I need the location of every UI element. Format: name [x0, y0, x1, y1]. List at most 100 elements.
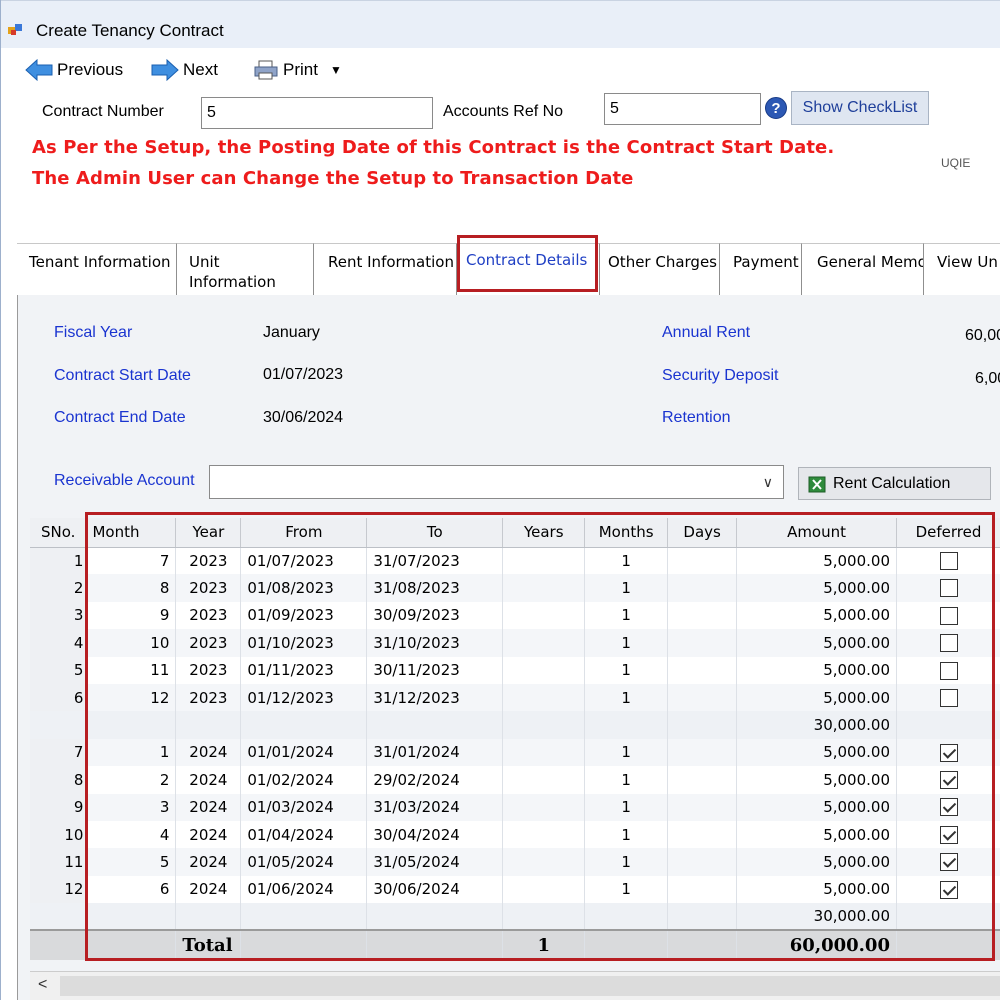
days-cell[interactable]: [667, 629, 738, 657]
to-cell[interactable]: 31/08/2023: [366, 574, 504, 602]
receivable-account-combo[interactable]: ∨: [209, 465, 784, 499]
table-row[interactable]: 12 6 2024 01/06/2024 30/06/2024 1 5,000.00: [30, 875, 1000, 904]
amount-cell[interactable]: 5,000.00: [736, 875, 897, 904]
sno-cell[interactable]: 11: [30, 848, 88, 876]
col-years[interactable]: Years: [502, 518, 586, 548]
year-cell[interactable]: 2023: [175, 574, 242, 602]
horizontal-scrollbar[interactable]: <: [30, 971, 1000, 1000]
combo-arrow-icon[interactable]: ∨: [763, 474, 773, 491]
months-cell[interactable]: 1: [584, 766, 669, 794]
sno-cell[interactable]: 6: [30, 683, 88, 712]
deferred-checkbox-icon[interactable]: [939, 579, 958, 598]
amount-cell[interactable]: 5,000.00: [736, 656, 897, 684]
year-cell[interactable]: 2023: [175, 601, 242, 630]
amount-cell[interactable]: 5,000.00: [736, 848, 897, 876]
from-cell[interactable]: 01/12/2023: [240, 683, 368, 712]
from-cell[interactable]: 01/06/2024: [240, 875, 368, 904]
month-cell[interactable]: 11: [86, 656, 177, 684]
deferred-cell[interactable]: [896, 629, 1000, 657]
years-cell[interactable]: [502, 820, 586, 849]
deferred-checkbox-icon[interactable]: [939, 634, 958, 653]
table-row[interactable]: 3 9 2023 01/09/2023 30/09/2023 1 5,000.00: [30, 601, 1000, 630]
deferred-cell[interactable]: [896, 547, 1000, 575]
deferred-checkbox-icon[interactable]: [939, 825, 958, 844]
deferred-checkbox-icon[interactable]: [939, 771, 958, 790]
month-cell[interactable]: [86, 711, 177, 739]
from-cell[interactable]: 01/07/2023: [240, 547, 368, 575]
to-cell[interactable]: [366, 903, 504, 931]
deferred-cell[interactable]: [896, 820, 1000, 849]
amount-cell[interactable]: 5,000.00: [736, 766, 897, 794]
col-from[interactable]: From: [240, 518, 368, 548]
sno-cell[interactable]: 2: [30, 574, 88, 602]
tab-payment[interactable]: Payment: [720, 243, 802, 295]
years-cell[interactable]: [502, 738, 586, 767]
from-cell[interactable]: [240, 903, 368, 931]
tab-rent-information[interactable]: Rent Information: [314, 243, 457, 295]
months-cell[interactable]: 1: [584, 793, 669, 821]
month-cell[interactable]: 10: [86, 629, 177, 657]
scroll-left-icon[interactable]: <: [38, 976, 47, 994]
print-button[interactable]: Print ▼: [253, 58, 342, 82]
years-cell[interactable]: [502, 848, 586, 876]
year-cell[interactable]: 2023: [175, 656, 242, 684]
amount-cell[interactable]: 5,000.00: [736, 820, 897, 849]
month-cell[interactable]: 1: [86, 738, 177, 767]
col-year[interactable]: Year: [175, 518, 242, 548]
to-cell[interactable]: 30/11/2023: [366, 656, 504, 684]
year-cell[interactable]: 2024: [175, 793, 242, 821]
table-row[interactable]: 11 5 2024 01/05/2024 31/05/2024 1 5,000.00: [30, 848, 1000, 876]
year-cell[interactable]: [175, 903, 242, 931]
to-cell[interactable]: 31/10/2023: [366, 629, 504, 657]
sno-cell[interactable]: 10: [30, 820, 88, 849]
from-cell[interactable]: 01/02/2024: [240, 766, 368, 794]
years-cell[interactable]: [502, 711, 586, 739]
to-cell[interactable]: 30/04/2024: [366, 820, 504, 849]
from-cell[interactable]: 01/11/2023: [240, 656, 368, 684]
deferred-cell[interactable]: [896, 574, 1000, 602]
year-cell[interactable]: 2024: [175, 738, 242, 767]
col-amount[interactable]: Amount: [736, 518, 897, 548]
show-checklist-button[interactable]: Show CheckList: [791, 91, 929, 125]
sno-cell[interactable]: 7: [30, 738, 88, 767]
days-cell[interactable]: [667, 875, 738, 904]
from-cell[interactable]: 01/09/2023: [240, 601, 368, 630]
deferred-cell[interactable]: [896, 683, 1000, 712]
years-cell[interactable]: [502, 629, 586, 657]
deferred-cell[interactable]: [896, 848, 1000, 876]
next-button[interactable]: Next: [151, 58, 218, 82]
table-row[interactable]: 8 2 2024 01/02/2024 29/02/2024 1 5,000.00: [30, 766, 1000, 794]
months-cell[interactable]: 1: [584, 683, 669, 712]
deferred-cell[interactable]: [896, 738, 1000, 767]
table-row[interactable]: 7 1 2024 01/01/2024 31/01/2024 1 5,000.00: [30, 738, 1000, 767]
deferred-cell[interactable]: [896, 766, 1000, 794]
months-cell[interactable]: [584, 903, 669, 931]
tab-unit-information[interactable]: Unit Information: [177, 243, 314, 295]
days-cell[interactable]: [667, 711, 738, 739]
years-cell[interactable]: [502, 875, 586, 904]
days-cell[interactable]: [667, 656, 738, 684]
month-cell[interactable]: 2: [86, 766, 177, 794]
deferred-checkbox-icon[interactable]: [939, 606, 958, 625]
month-cell[interactable]: 5: [86, 848, 177, 876]
col-months[interactable]: Months: [584, 518, 669, 548]
from-cell[interactable]: [240, 711, 368, 739]
to-cell[interactable]: 30/06/2024: [366, 875, 504, 904]
deferred-cell[interactable]: [896, 656, 1000, 684]
months-cell[interactable]: 1: [584, 656, 669, 684]
days-cell[interactable]: [667, 848, 738, 876]
year-cell[interactable]: 2024: [175, 766, 242, 794]
days-cell[interactable]: [667, 903, 738, 931]
deferred-checkbox-icon[interactable]: [939, 798, 958, 817]
deferred-checkbox-icon[interactable]: [939, 688, 958, 707]
deferred-cell[interactable]: [896, 903, 1000, 931]
year-cell[interactable]: 2024: [175, 875, 242, 904]
year-cell[interactable]: 2023: [175, 683, 242, 712]
deferred-cell[interactable]: [896, 711, 1000, 739]
year-cell[interactable]: 2024: [175, 848, 242, 876]
year-cell[interactable]: 2023: [175, 629, 242, 657]
amount-cell[interactable]: 30,000.00: [736, 711, 897, 739]
sno-cell[interactable]: [30, 711, 88, 739]
month-cell[interactable]: 4: [86, 820, 177, 849]
table-row[interactable]: 1 7 2023 01/07/2023 31/07/2023 1 5,000.00: [30, 547, 1000, 575]
